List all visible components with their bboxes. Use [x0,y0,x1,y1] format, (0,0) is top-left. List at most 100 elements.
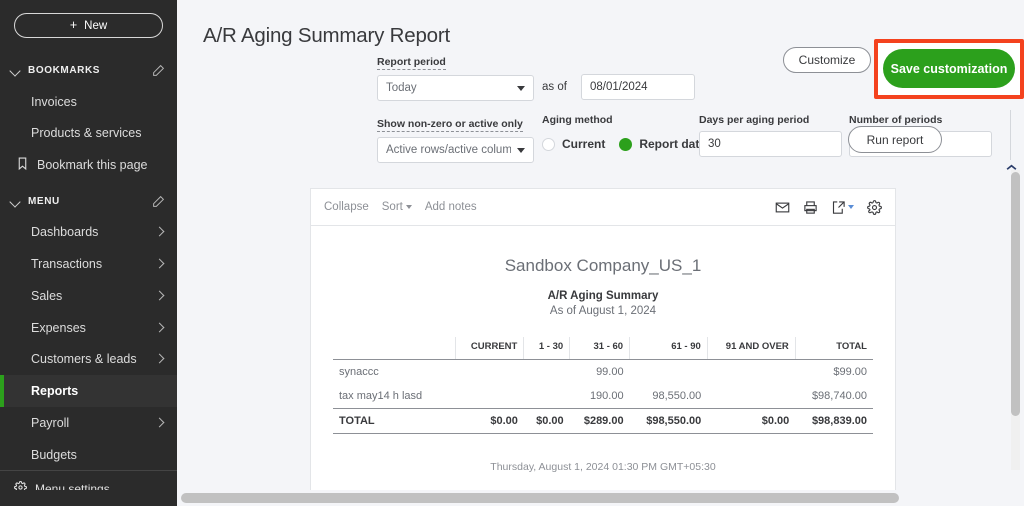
run-report-button[interactable]: Run report [848,126,942,153]
sidebar-item-label: Products & services [31,126,142,141]
sidebar: + New BOOKMARKS Invoices Products & serv… [0,0,177,506]
cell-current [455,360,524,385]
sidebar-item-label: Dashboards [31,225,99,240]
column-header-91-and-over: 91 AND OVER [706,337,796,360]
new-button-container: + New [0,0,177,50]
number-of-periods-label: Number of periods [849,114,943,126]
print-icon[interactable] [803,200,818,215]
chevron-down-icon [10,196,22,208]
chevron-right-icon [156,355,165,364]
customize-button[interactable]: Customize [783,47,871,73]
cell-31-60: 99.00 [596,366,624,378]
radio-current-label: Current [562,137,606,151]
column-header-1-30: 1 - 30 [523,337,570,360]
column-header-total: TOTAL [794,337,873,360]
cell-total: $98,740.00 [811,390,867,402]
table-row[interactable]: synaccc 99.00 $99.00 [333,360,873,385]
report-card: Collapse Sort Add notes Sandbox Company_… [310,188,896,490]
collapse-button[interactable]: Collapse [324,201,369,213]
pencil-icon[interactable] [152,64,165,77]
sort-button[interactable]: Sort [382,201,412,213]
plus-icon: + [69,18,78,33]
save-customization-button[interactable]: Save customization [883,49,1015,88]
radio-report-date[interactable] [619,137,633,151]
report-period-select[interactable]: Today [377,75,534,101]
cell-current: $0.00 [455,408,524,434]
cell-total: $99.00 [833,366,867,378]
sidebar-item-payroll[interactable]: Payroll [0,407,177,439]
company-name: Sandbox Company_US_1 [504,256,702,275]
sidebar-item-reports[interactable]: Reports [0,375,177,407]
sidebar-item-invoices[interactable]: Invoices [0,86,177,118]
days-per-period-value: 30 [708,138,721,150]
bookmark-this-page-label: Bookmark this page [37,158,148,173]
add-notes-button[interactable]: Add notes [425,201,477,213]
non-zero-label: Show non-zero or active only [377,118,523,132]
sidebar-item-label: Customers & leads [31,352,137,367]
export-icon[interactable] [831,200,854,215]
days-per-period-input[interactable]: 30 [699,131,842,157]
sidebar-item-dashboards[interactable]: Dashboards [0,217,177,249]
aging-method-group: Aging method Current Report date [542,114,706,157]
sidebar-item-products-and-services[interactable]: Products & services [0,117,177,149]
table-head: CURRENT 1 - 30 31 - 60 61 - 90 91 AND OV… [333,337,873,360]
sidebar-item-label: Invoices [31,94,77,109]
new-button-label: New [84,19,108,32]
table-row[interactable]: tax may14 h lasd 190.00 98,550.00 $98,74… [333,384,873,409]
cell-91-and-over [707,360,795,385]
chevron-right-icon [156,228,165,237]
vertical-divider [1010,110,1011,162]
cell-91-and-over [707,384,795,409]
chevron-right-icon [156,418,165,427]
vertical-scrollbar-thumb[interactable] [1011,172,1020,416]
non-zero-select[interactable]: Active rows/active columns [377,137,534,163]
aging-method-radios: Current Report date [542,131,706,157]
radio-report-date-label: Report date [639,137,707,151]
chevron-down-icon [10,65,22,77]
report-panel-area: Collapse Sort Add notes Sandbox Company_… [177,166,1024,490]
cell-current [455,384,524,409]
cell-1-30 [524,360,570,385]
as-of-date-value: 08/01/2024 [590,81,648,93]
sidebar-item-label: Reports [31,384,79,399]
table-total-row: TOTAL $0.00 $0.00 $289.00 $98,550.00 $0.… [333,408,873,434]
days-per-period-group: Days per aging period 30 [699,114,842,157]
report-subtitle: As of August 1, 2024 [549,305,657,317]
cell-91-and-over: $0.00 [707,408,796,434]
sidebar-item-transactions[interactable]: Transactions [0,248,177,280]
chevron-down-icon [405,205,412,209]
aging-method-label: Aging method [542,114,613,126]
bookmark-this-page-button[interactable]: Bookmark this page [0,149,177,181]
menu-section-header[interactable]: MENU [0,187,177,217]
days-per-period-label: Days per aging period [699,114,810,126]
sidebar-item-sales[interactable]: Sales [0,280,177,312]
cell-total: $98,839.00 [795,408,873,434]
bookmarks-section-header[interactable]: BOOKMARKS [0,56,177,86]
report-period-label: Report period [377,56,446,70]
aging-summary-table: CURRENT 1 - 30 31 - 60 61 - 90 91 AND OV… [333,337,873,434]
table-body: synaccc 99.00 $99.00 tax may14 h lasd 19… [333,360,873,434]
cell-1-30: $0.00 [523,408,570,434]
column-header-31-60: 31 - 60 [569,337,630,360]
column-header-61-90: 61 - 90 [629,337,708,360]
radio-current[interactable] [542,137,555,151]
report-controls-header: A/R Aging Summary Report Report period T… [177,0,1024,166]
main-content: A/R Aging Summary Report Report period T… [177,0,1024,506]
chevron-down-icon [848,205,854,209]
gear-icon[interactable] [867,199,882,215]
sidebar-item-budgets[interactable]: Budgets [0,439,177,471]
non-zero-group: Show non-zero or active only Active rows… [377,114,534,163]
pencil-icon[interactable] [152,195,165,208]
report-toolbar: Collapse Sort Add notes [311,189,895,226]
report-title: A/R Aging Summary [547,290,659,302]
as-of-date-input[interactable]: 08/01/2024 [581,74,695,100]
new-button[interactable]: + New [14,13,163,38]
report-footer-timestamp: Thursday, August 1, 2024 01:30 PM GMT+05… [490,461,716,473]
sidebar-item-expenses[interactable]: Expenses [0,312,177,344]
email-icon[interactable] [775,200,790,215]
as-of-date-group: 08/01/2024 [581,74,695,100]
sidebar-item-customers-and-leads[interactable]: Customers & leads [0,344,177,376]
page-title: A/R Aging Summary Report [203,24,450,47]
horizontal-scrollbar-track[interactable] [177,490,1024,506]
horizontal-scrollbar-thumb[interactable] [181,493,899,503]
